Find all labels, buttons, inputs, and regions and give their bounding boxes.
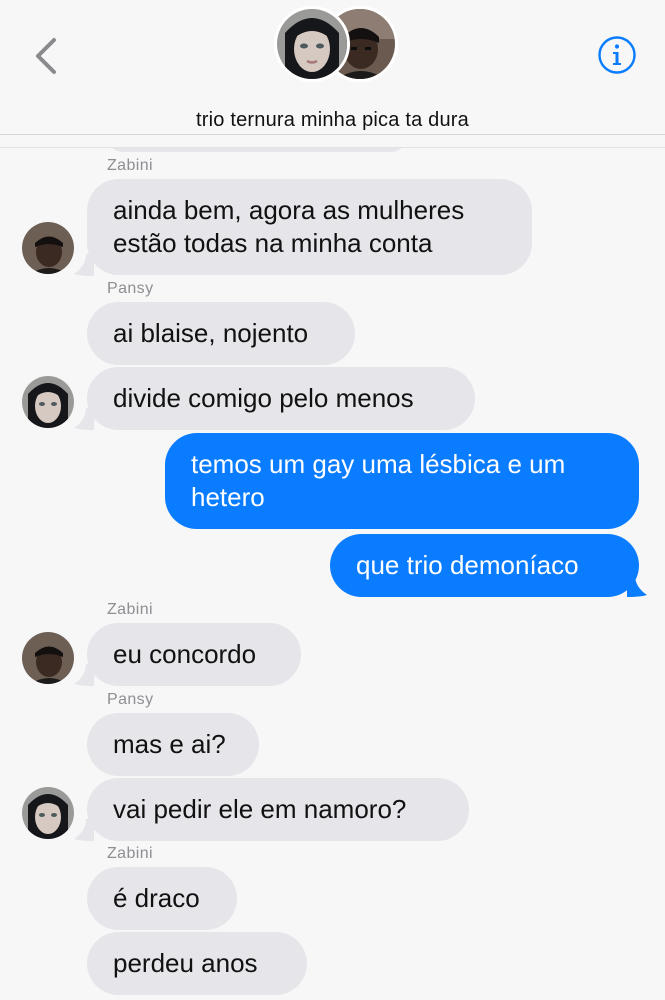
avatar-zabini-small[interactable] [22, 632, 74, 684]
avatar-zabini-small[interactable] [22, 222, 74, 274]
conversation-title[interactable]: trio ternura minha pica ta dura [0, 109, 665, 132]
message-bubble-incoming[interactable]: é draco [87, 867, 237, 930]
avatar-pansy-small[interactable] [22, 787, 74, 839]
bubble-tail [74, 408, 94, 430]
bubble-tail [74, 819, 94, 841]
chat-header: trio ternura minha pica ta dura [0, 0, 665, 135]
message-bubble-incoming[interactable]: perdeu anos [87, 932, 307, 995]
sender-label: Zabini [107, 157, 153, 174]
message-bubble-outgoing[interactable]: temos um gay uma lésbica e um hetero [165, 433, 639, 529]
message-bubble-incoming[interactable]: eu concordo [87, 623, 301, 686]
sender-label: Pansy [107, 280, 154, 297]
header-divider [0, 147, 665, 148]
group-avatars[interactable] [274, 6, 398, 82]
sender-label: Pansy [107, 691, 154, 708]
sender-label: Zabini [107, 845, 153, 862]
bubble-tail [74, 664, 94, 686]
avatar-pansy [274, 6, 350, 82]
message-bubble-incoming[interactable]: ainda bem, agora as mulheres estão todas… [87, 179, 532, 275]
chevron-left-icon[interactable] [30, 36, 64, 76]
avatar-pansy-small[interactable] [22, 376, 74, 428]
bubble-tail [627, 575, 647, 597]
message-bubble-partial [107, 148, 407, 152]
message-bubble-incoming[interactable]: ai blaise, nojento [87, 302, 355, 365]
message-bubble-outgoing[interactable]: que trio demoníaco [330, 534, 639, 597]
message-bubble-incoming[interactable]: mas e ai? [87, 713, 259, 776]
bubble-tail [74, 254, 94, 276]
message-bubble-incoming[interactable]: vai pedir ele em namoro? [87, 778, 469, 841]
info-icon[interactable] [597, 35, 637, 75]
sender-label: Zabini [107, 601, 153, 618]
message-bubble-incoming[interactable]: divide comigo pelo menos [87, 367, 475, 430]
message-list[interactable]: Zabini ainda bem, agora as mulheres estã… [0, 148, 665, 1000]
